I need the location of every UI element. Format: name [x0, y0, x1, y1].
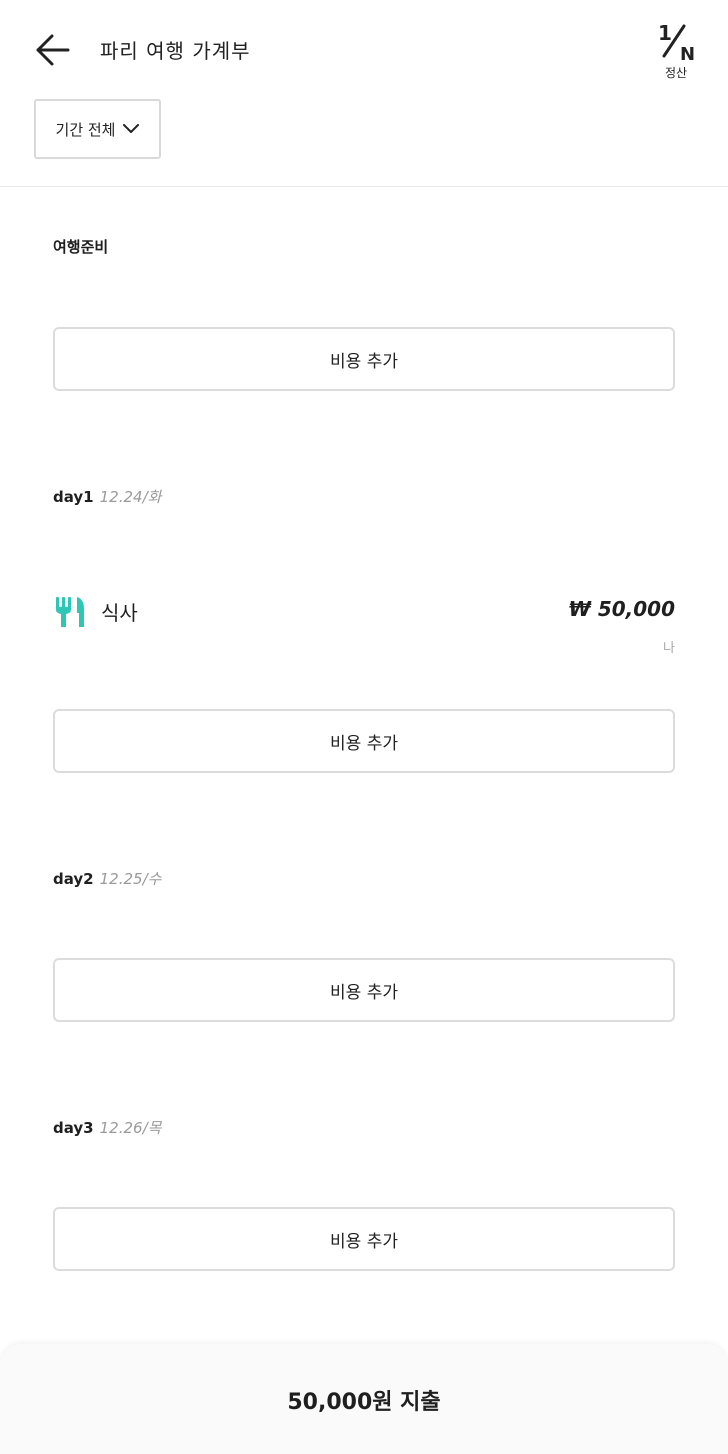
- add-expense-label: 비용 추가: [330, 733, 398, 754]
- add-expense-label: 비용 추가: [330, 351, 398, 372]
- expense-amount: ₩ 50,000: [568, 597, 675, 621]
- period-filter-label: 기간 전체: [55, 120, 116, 139]
- chevron-down-icon: [123, 124, 140, 133]
- day-date: 12.24/화: [99, 488, 162, 506]
- settle-button[interactable]: 1 N 정산: [652, 22, 700, 86]
- header-divider: [0, 186, 728, 187]
- section-title-day2: day2 12.25/수: [53, 868, 161, 889]
- one-over-n-icon: 1 N: [658, 22, 695, 62]
- expense-payer: 나: [663, 641, 675, 656]
- add-expense-button-preparation[interactable]: 비용 추가: [53, 327, 675, 391]
- fork-knife-icon: [56, 597, 84, 627]
- day-label: day3: [53, 1119, 94, 1137]
- svg-text:1: 1: [658, 22, 672, 45]
- back-button[interactable]: [34, 30, 74, 70]
- add-expense-button-day2[interactable]: 비용 추가: [53, 958, 675, 1022]
- add-expense-label: 비용 추가: [330, 1231, 398, 1252]
- total-summary-bar[interactable]: 50,000원 지출: [0, 1344, 728, 1454]
- day-date: 12.25/수: [99, 870, 162, 888]
- add-expense-button-day3[interactable]: 비용 추가: [53, 1207, 675, 1271]
- section-title-day1: day1 12.24/화: [53, 486, 161, 507]
- arrow-left-icon: [36, 34, 70, 66]
- add-expense-button-day1[interactable]: 비용 추가: [53, 709, 675, 773]
- expense-item-meal[interactable]: 식사 ₩ 50,000 나: [53, 585, 675, 656]
- page-title: 파리 여행 가계부: [100, 39, 251, 63]
- day-date: 12.26/목: [99, 1119, 162, 1137]
- period-filter-dropdown[interactable]: 기간 전체: [34, 99, 161, 159]
- day-label: day2: [53, 870, 94, 888]
- section-title-day3: day3 12.26/목: [53, 1117, 161, 1138]
- svg-text:N: N: [680, 44, 695, 62]
- app-header: 파리 여행 가계부 1 N 정산: [0, 0, 728, 100]
- add-expense-label: 비용 추가: [330, 982, 398, 1003]
- total-spent-text: 50,000원 지출: [287, 1390, 441, 1415]
- section-title-preparation: 여행준비: [53, 238, 109, 256]
- day-label: day1: [53, 488, 94, 506]
- settle-label: 정산: [664, 66, 688, 80]
- expense-name: 식사: [101, 601, 138, 625]
